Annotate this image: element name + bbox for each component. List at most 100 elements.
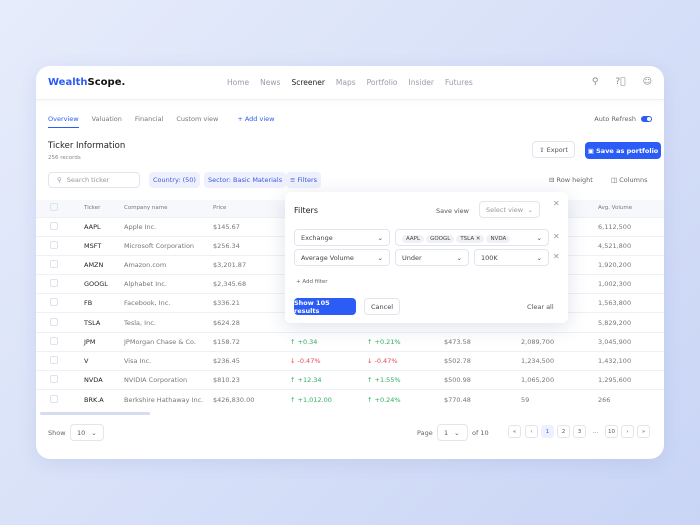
main-menu: Home News Screener Maps Portfolio Inside… bbox=[227, 78, 473, 87]
row-checkbox[interactable] bbox=[50, 336, 58, 345]
tab-valuation[interactable]: Valuation bbox=[92, 115, 122, 128]
page-button[interactable]: « bbox=[508, 425, 521, 438]
table-cell: $770.48 bbox=[444, 389, 521, 409]
exchange-tag[interactable]: NVDA bbox=[486, 234, 511, 243]
exchange-tag[interactable]: GOOGL bbox=[426, 234, 455, 243]
table-cell: $3,201.87 bbox=[213, 254, 290, 275]
tab-overview[interactable]: Overview bbox=[48, 115, 79, 128]
page-button[interactable]: 10 bbox=[605, 425, 618, 438]
remove-filter-icon[interactable]: ✕ bbox=[553, 252, 560, 261]
nav-maps[interactable]: Maps bbox=[336, 78, 356, 87]
nav-news[interactable]: News bbox=[260, 78, 280, 87]
select-view-dropdown[interactable]: Select view ⌄ bbox=[479, 201, 540, 218]
table-row[interactable]: JPM JPMorgan Chase & Co. $158.72 ↑ +0.34 ↑ +… bbox=[36, 331, 664, 352]
exchange-values-multiselect[interactable]: AAPL GOOGL TSLA ✕ NVDA ⌄ bbox=[395, 229, 549, 246]
table-cell: 1,920,200 bbox=[598, 254, 664, 275]
row-checkbox[interactable] bbox=[50, 279, 58, 288]
row-checkbox[interactable] bbox=[50, 240, 58, 249]
table-row[interactable]: V Visa Inc. $236.45 ↓ -0.47% ↓ -0.47% $502.78… bbox=[36, 350, 664, 371]
value-dropdown[interactable]: 100K ⌄ bbox=[474, 249, 549, 266]
help-icon[interactable]: ?⃝ bbox=[615, 77, 625, 87]
user-icon[interactable]: ☺ bbox=[643, 77, 652, 87]
table-cell: ↑ +0.24% bbox=[367, 389, 444, 409]
country-filter-chip[interactable]: Country: (50) bbox=[149, 172, 200, 188]
table-cell: NVIDIA Corporation bbox=[124, 369, 213, 390]
column-header[interactable]: Ticker bbox=[84, 200, 124, 217]
nav-insider[interactable]: Insider bbox=[409, 78, 434, 87]
add-filter-button[interactable]: + Add filter bbox=[296, 279, 328, 285]
table-cell: 5,829,200 bbox=[598, 312, 664, 333]
table-cell: ↓ -0.47% bbox=[290, 350, 367, 371]
row-checkbox[interactable] bbox=[50, 221, 58, 230]
remove-tag-icon[interactable]: ✕ bbox=[474, 236, 481, 242]
row-checkbox[interactable] bbox=[50, 298, 58, 307]
page-button[interactable]: 1 bbox=[541, 425, 554, 438]
add-view-button[interactable]: + Add view bbox=[237, 115, 274, 128]
save-icon: ▣ bbox=[587, 146, 597, 155]
nav-futures[interactable]: Futures bbox=[445, 78, 473, 87]
select-all-checkbox[interactable] bbox=[50, 203, 58, 212]
table-cell: JPMorgan Chase & Co. bbox=[124, 331, 213, 352]
page-button[interactable]: 3 bbox=[573, 425, 586, 438]
table-row[interactable]: BRK.A Berkshire Hathaway Inc. $426,830.00 ↑… bbox=[36, 389, 664, 409]
nav-screener[interactable]: Screener bbox=[291, 78, 324, 87]
columns-button[interactable]: ◫ Columns bbox=[611, 176, 648, 184]
save-portfolio-button[interactable]: ▣ Save as portfolio bbox=[585, 142, 661, 159]
save-view-button[interactable]: Save view bbox=[436, 207, 469, 215]
cancel-button[interactable]: Cancel bbox=[364, 298, 400, 315]
column-header[interactable]: Price bbox=[213, 200, 290, 217]
logo[interactable]: WealthScope. bbox=[48, 77, 125, 88]
page-size-select[interactable]: 10 ⌄ bbox=[70, 424, 104, 441]
filter-field-exchange[interactable]: Exchange ⌄ bbox=[294, 229, 390, 246]
table-row[interactable]: NVDA NVIDIA Corporation $810.23 ↑ +12.34 ↑ +… bbox=[36, 369, 664, 390]
table-cell: ↓ -0.47% bbox=[367, 350, 444, 371]
table-cell: $810.23 bbox=[213, 369, 290, 390]
table-cell: JPM bbox=[84, 331, 124, 352]
chevron-down-icon: ⌄ bbox=[91, 428, 97, 437]
exchange-tag[interactable]: AAPL bbox=[402, 234, 425, 243]
remove-filter-icon[interactable]: ✕ bbox=[553, 232, 560, 241]
filter-field-avg-volume[interactable]: Average Volume ⌄ bbox=[294, 249, 390, 266]
row-height-button[interactable]: ⊟ Row height bbox=[549, 176, 593, 184]
page-button[interactable]: › bbox=[621, 425, 634, 438]
nav-home[interactable]: Home bbox=[227, 78, 249, 87]
page-select[interactable]: 1 ⌄ bbox=[437, 424, 468, 441]
column-header[interactable]: Company name bbox=[124, 200, 213, 217]
table-cell: 2,089,700 bbox=[521, 331, 598, 352]
table-cell: Facebook, Inc. bbox=[124, 293, 213, 313]
table-cell: MSFT bbox=[84, 235, 124, 256]
row-checkbox[interactable] bbox=[50, 259, 58, 268]
table-cell: 1,234,500 bbox=[521, 350, 598, 371]
checkbox-cell bbox=[36, 274, 84, 294]
exchange-tag[interactable]: TSLA ✕ bbox=[456, 234, 485, 243]
show-results-button[interactable]: Show 105 results bbox=[294, 298, 356, 315]
tab-financial[interactable]: Financial bbox=[135, 115, 163, 128]
chevron-down-icon: ⌄ bbox=[377, 233, 383, 242]
horizontal-scrollbar[interactable] bbox=[40, 412, 150, 415]
table-cell: V bbox=[84, 350, 124, 371]
export-button[interactable]: ⇪ Export bbox=[532, 141, 575, 158]
nav-portfolio[interactable]: Portfolio bbox=[367, 78, 398, 87]
auto-refresh-toggle[interactable] bbox=[641, 116, 652, 122]
table-cell: BRK.A bbox=[84, 389, 124, 409]
search-input[interactable]: ⚲ Search ticker bbox=[48, 172, 140, 188]
table-cell: $624.28 bbox=[213, 312, 290, 333]
clear-all-button[interactable]: Clear all bbox=[527, 303, 554, 311]
table-cell: Alphabet Inc. bbox=[124, 274, 213, 294]
page-button[interactable]: ‹ bbox=[525, 425, 538, 438]
close-icon[interactable]: ✕ bbox=[553, 199, 560, 208]
row-checkbox[interactable] bbox=[50, 394, 58, 403]
search-icon[interactable]: ⚲ bbox=[592, 77, 599, 87]
page-button[interactable]: » bbox=[637, 425, 650, 438]
filters-button[interactable]: ≡ Filters bbox=[286, 172, 321, 188]
row-checkbox[interactable] bbox=[50, 375, 58, 384]
tab-custom-view[interactable]: Custom view bbox=[176, 115, 218, 128]
sector-filter-chip[interactable]: Sector: Basic Materials bbox=[204, 172, 287, 188]
column-header[interactable]: Avg. Volume bbox=[598, 200, 664, 217]
row-checkbox[interactable] bbox=[50, 355, 58, 364]
row-checkbox[interactable] bbox=[50, 317, 58, 326]
export-icon: ⇪ bbox=[539, 145, 547, 154]
page-button[interactable]: 2 bbox=[557, 425, 570, 438]
search-icon: ⚲ bbox=[57, 176, 62, 184]
operator-dropdown[interactable]: Under ⌄ bbox=[395, 249, 469, 266]
